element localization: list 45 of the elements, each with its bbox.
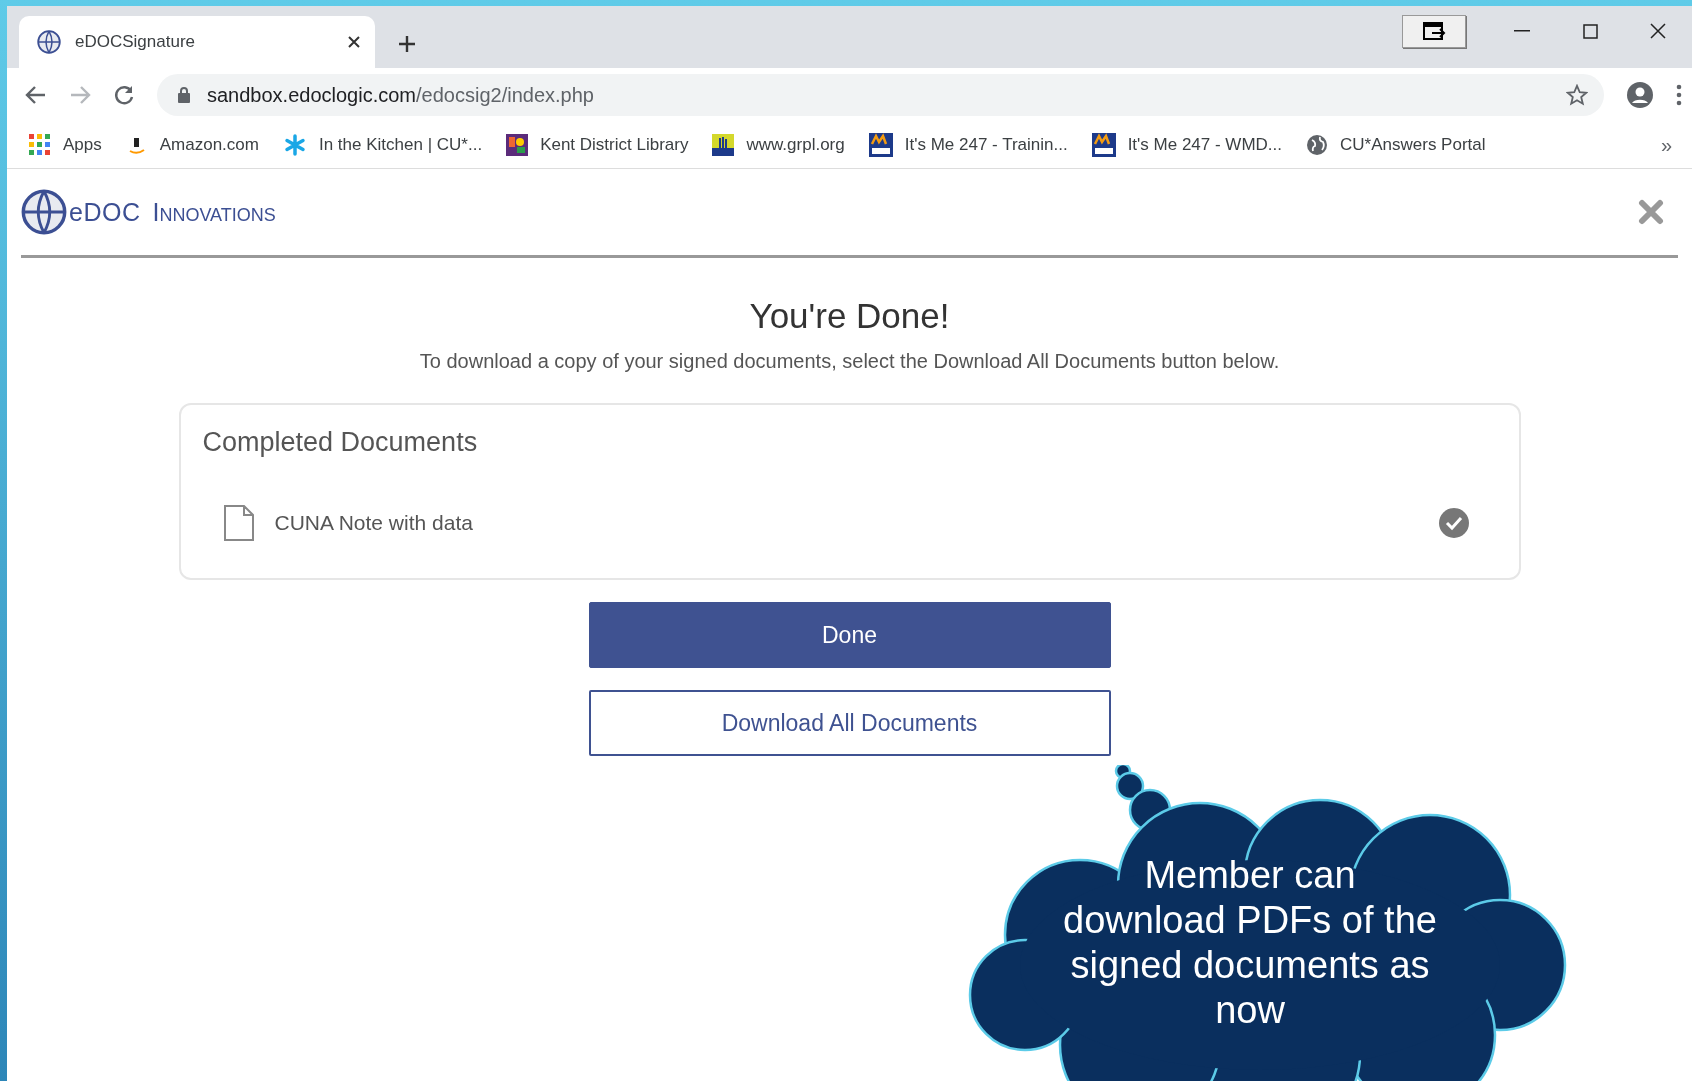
bookmark-link[interactable]: CU*Answers Portal [1306,134,1486,156]
reload-button[interactable] [113,84,135,106]
instructions-text: To download a copy of your signed documents, select the Download All Documents button below. [419,350,1280,373]
lock-icon [177,86,191,104]
card-title: Completed Documents [202,427,479,458]
menu-button[interactable] [1676,84,1682,106]
bookmark-link[interactable]: Kent District Library [506,134,689,156]
more-bookmarks-button[interactable]: » [1652,133,1680,157]
callout-text: Member can download PDFs of the signed documents as now [1062,853,1438,1033]
bookmark-link[interactable]: It's Me 247 - WMD... [1091,133,1283,157]
me247-logo-icon [868,133,893,157]
page-heading: You're Done! [749,296,950,336]
bookmark-star-button[interactable] [1566,84,1588,106]
address-bar[interactable]: sandbox.edoclogic.com/edocsig2/index.php [157,74,1604,116]
minimize-icon [1514,30,1530,32]
new-tab-button[interactable] [397,34,417,54]
site-logo-icon [37,30,61,54]
close-button[interactable] [1638,199,1664,225]
library-logo-icon [506,134,529,156]
back-button[interactable] [25,85,47,105]
done-button[interactable]: Done [588,602,1111,668]
document-name: CUNA Note with data [274,511,474,535]
tab-title: eDOCSignature [75,32,196,52]
bookmark-link[interactable]: Amazon.com [125,134,259,156]
url-text: sandbox.edoclogic.com/edocsig2/index.php [207,83,595,107]
me247-logo-icon [1091,133,1116,157]
globe-icon [1306,134,1329,156]
download-button[interactable]: Download All Documents [588,690,1111,756]
logo-subtitle: Innovations [152,197,276,227]
snap-window-button[interactable] [1402,14,1466,48]
browser-tab[interactable]: eDOCSignature [19,16,375,68]
bookmark-link[interactable]: Apps [29,134,102,156]
library-logo-icon [712,134,735,156]
asterisk-icon [282,133,307,157]
close-tab-button[interactable] [347,35,361,49]
bookmark-link[interactable]: It's Me 247 - Trainin... [868,133,1068,157]
close-icon [1650,23,1666,39]
logo-text: eDOC [69,197,141,227]
bookmark-link[interactable]: www.grpl.org [712,134,845,156]
bookmark-link[interactable]: In the Kitchen | CU*... [282,133,483,157]
profile-button[interactable] [1626,81,1654,109]
globe-logo-icon [21,189,67,235]
maximize-icon [1582,23,1598,39]
grid-icon [29,134,51,156]
document-icon [222,504,255,542]
